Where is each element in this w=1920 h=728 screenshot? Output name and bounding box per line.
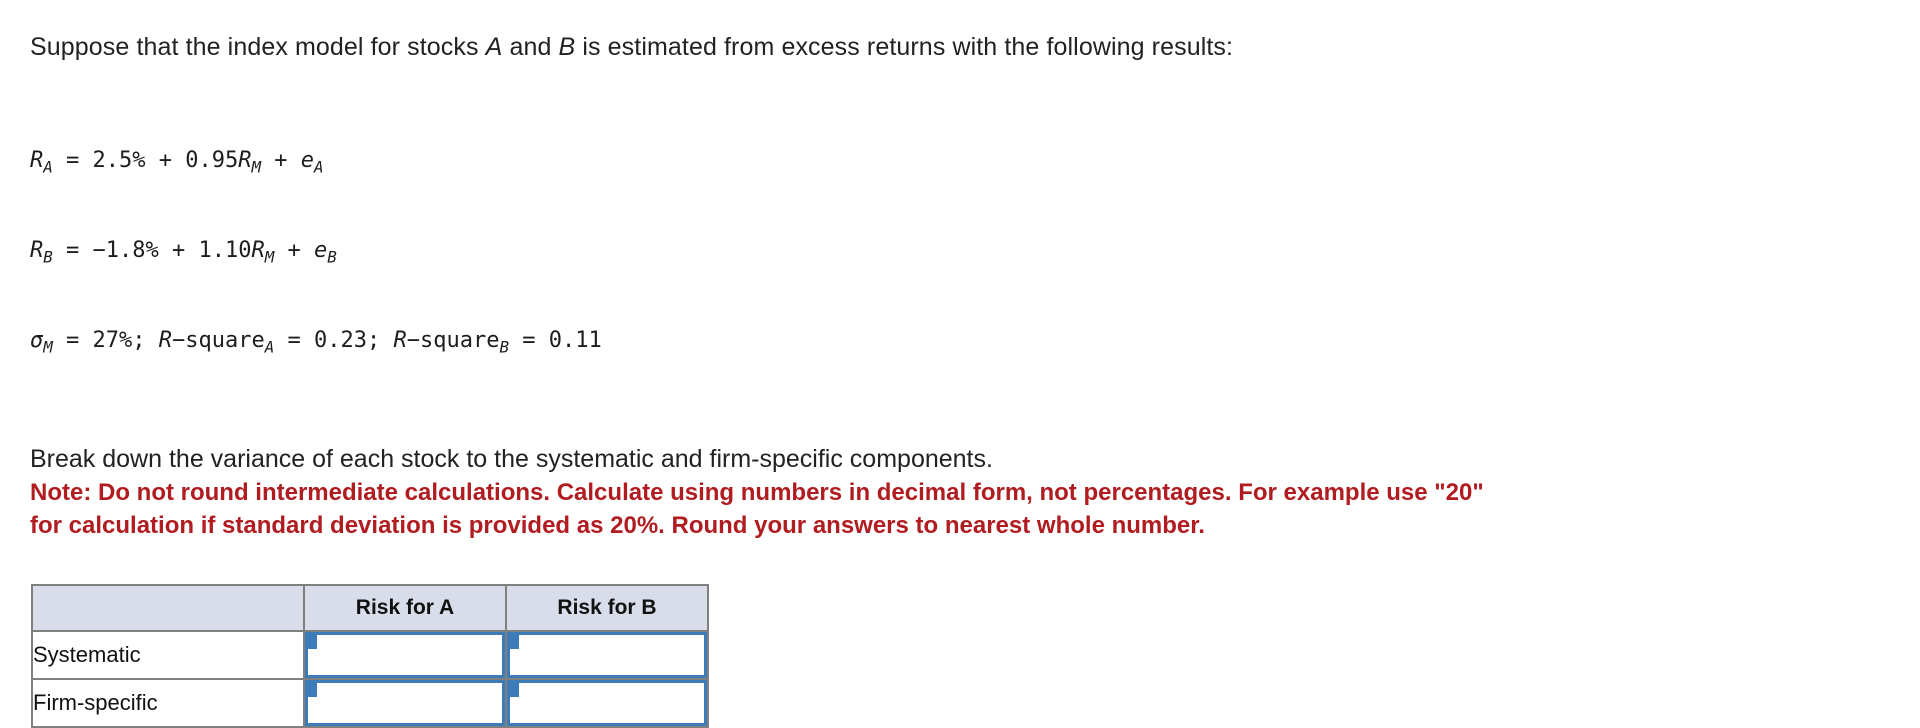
equation-segment: = 0.11 xyxy=(508,328,602,353)
equation-ra: RA = 2.5% + 0.95RM + eA xyxy=(30,146,1920,176)
instruction-block: Break down the variance of each stock to… xyxy=(30,442,1920,542)
equation-segment: R xyxy=(238,148,252,173)
equation-segment: B xyxy=(327,247,337,267)
answer-table-wrap: Risk for A Risk for B Systematic Firm-sp… xyxy=(31,584,1920,728)
equation-segment: = −1.8% + 1.10 xyxy=(52,238,252,263)
equation-segment: + xyxy=(274,238,314,263)
question-page: Suppose that the index model for stocks … xyxy=(0,0,1920,728)
equation-segment: σ xyxy=(30,328,44,353)
equation-segment: + xyxy=(261,148,301,173)
equation-segment: R xyxy=(30,148,44,173)
systematic-risk-a-input[interactable] xyxy=(305,632,505,678)
row-label-firm-specific: Firm-specific xyxy=(31,678,305,728)
instruction-text: Break down the variance of each stock to… xyxy=(30,445,993,473)
equation-segment: −square xyxy=(406,328,500,353)
intro-text-part2: and xyxy=(502,33,559,61)
equation-segment: R xyxy=(158,328,172,353)
firm-specific-risk-b-input[interactable] xyxy=(507,680,707,726)
equation-segment: −square xyxy=(172,328,265,353)
table-header: Risk for A Risk for B xyxy=(31,584,709,632)
equation-segment: = 0.23; xyxy=(274,328,394,353)
intro-text-part3: is estimated from excess returns with th… xyxy=(575,33,1234,61)
equation-segment: = 27%; xyxy=(52,328,159,353)
equation-segment: R xyxy=(251,238,265,263)
equation-segment: M xyxy=(251,157,261,177)
problem-intro-text: Suppose that the index model for stocks … xyxy=(30,30,1920,64)
equation-segment: = 2.5% + 0.95 xyxy=(52,148,239,173)
cell-firm-specific-a[interactable] xyxy=(303,678,507,728)
input-wrapper xyxy=(305,680,505,726)
equation-segment: M xyxy=(264,247,275,267)
equation-block: RA = 2.5% + 0.95RM + eA RB = −1.8% + 1.1… xyxy=(30,86,1920,416)
header-risk-for-a: Risk for A xyxy=(303,584,507,632)
input-wrapper xyxy=(305,632,505,678)
equation-segment: A xyxy=(264,337,275,357)
note-line-1: Note: Do not round intermediate calculat… xyxy=(30,479,1484,506)
intro-variable-a: A xyxy=(485,33,503,61)
table-header-row: Risk for A Risk for B xyxy=(31,584,709,632)
risk-breakdown-table: Risk for A Risk for B Systematic Firm-sp… xyxy=(31,584,709,728)
table-body: Systematic Firm-specific xyxy=(31,630,709,728)
equation-segment: A xyxy=(314,157,324,177)
header-blank-corner xyxy=(31,584,305,632)
equation-rb: RB = −1.8% + 1.10RM + eB xyxy=(30,236,1920,266)
equation-segment: R xyxy=(393,328,407,353)
equation-segment: B xyxy=(499,337,509,357)
equation-segment: R xyxy=(30,238,44,263)
input-wrapper xyxy=(507,680,707,726)
table-row: Firm-specific xyxy=(31,678,709,728)
equation-segment: A xyxy=(43,157,53,177)
input-wrapper xyxy=(507,632,707,678)
cell-firm-specific-b[interactable] xyxy=(505,678,709,728)
equation-segment: M xyxy=(43,337,53,357)
equation-sigma: σM = 27%; R−squareA = 0.23; R−squareB = … xyxy=(30,326,1920,356)
equation-segment: e xyxy=(314,238,328,263)
firm-specific-risk-a-input[interactable] xyxy=(305,680,505,726)
intro-variable-b: B xyxy=(558,33,576,61)
note-line-2: for calculation if standard deviation is… xyxy=(30,512,1205,539)
header-risk-for-b: Risk for B xyxy=(505,584,709,632)
systematic-risk-b-input[interactable] xyxy=(507,632,707,678)
intro-text-part1: Suppose that the index model for stocks xyxy=(30,33,486,61)
equation-segment: e xyxy=(300,148,314,173)
equation-segment: B xyxy=(43,247,53,267)
